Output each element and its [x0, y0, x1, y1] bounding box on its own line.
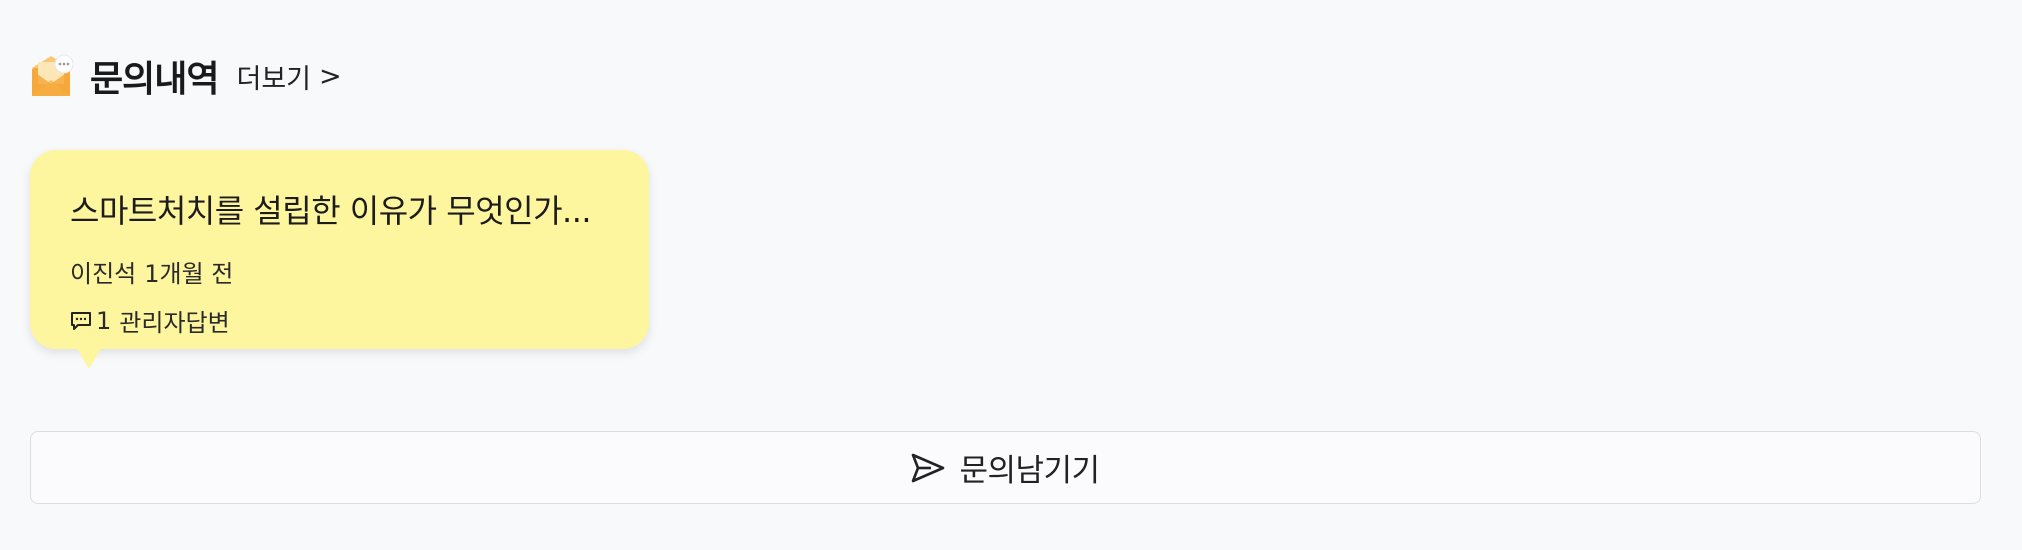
inquiry-time: 1개월 전	[144, 260, 234, 288]
inquiry-meta: 이진석 1개월 전	[70, 254, 609, 289]
comment-icon	[71, 311, 91, 330]
card-tail	[76, 347, 102, 369]
section-header: 문의내역 더보기 >	[30, 52, 342, 100]
reply-label: 관리자답변	[119, 309, 230, 337]
inquiry-author: 이진석	[70, 260, 137, 288]
leave-inquiry-label: 문의남기기	[959, 453, 1100, 489]
send-icon	[912, 453, 945, 482]
leave-inquiry-button[interactable]: 문의남기기	[30, 431, 1981, 504]
section-title: 문의내역	[90, 59, 219, 100]
more-link[interactable]: 더보기 >	[236, 57, 341, 96]
inquiry-title: 스마트처치를 설립한 이유가 무엇인가...	[70, 192, 592, 230]
inquiry-card[interactable]: 스마트처치를 설립한 이유가 무엇인가... 이진석 1개월 전 1 관리자답변	[30, 150, 649, 369]
reply-count: 1	[96, 306, 112, 335]
mail-with-message-icon	[32, 54, 74, 96]
inquiry-reply: 1 관리자답변	[70, 303, 609, 338]
more-link-label: 더보기	[236, 63, 312, 95]
chevron-right-icon: >	[319, 60, 342, 92]
